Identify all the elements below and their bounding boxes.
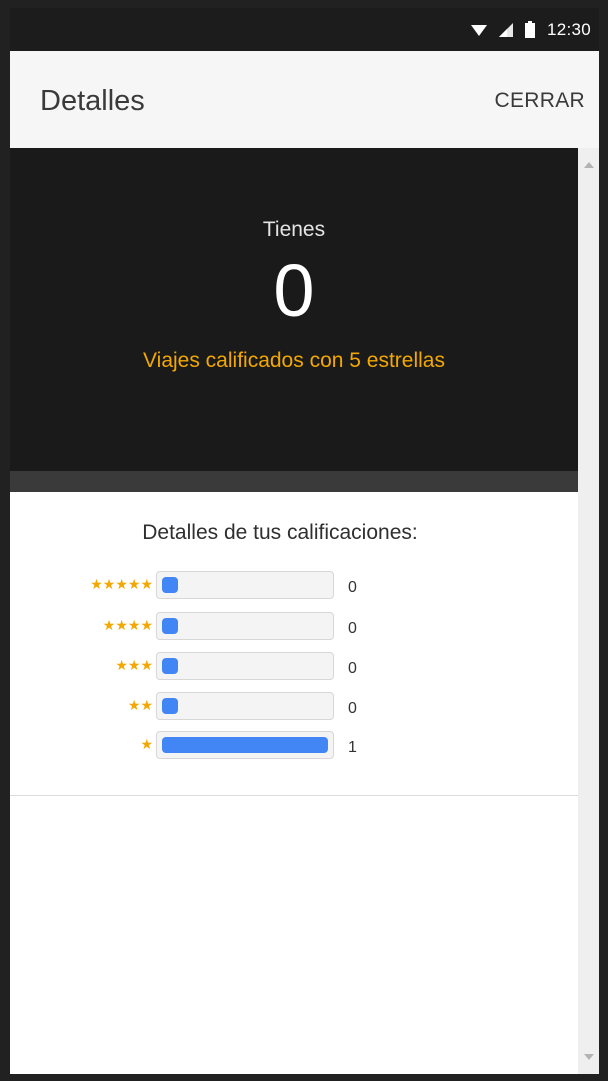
five-star-count: 0: [273, 249, 315, 332]
summary-prefix: Tienes: [262, 218, 326, 241]
ratings-breakdown: Detalles de tus calificaciones: ★★★★★ 0 …: [10, 492, 578, 796]
rating-bar-fill: [162, 737, 328, 753]
rating-bar-fill: [162, 618, 178, 634]
rating-row-1: ★ 1: [10, 731, 578, 762]
stars-4: ★★★★: [102, 617, 153, 633]
close-button[interactable]: CERRAR: [495, 89, 585, 113]
ratings-heading: Detalles de tus calificaciones:: [142, 521, 418, 544]
rating-row-2: ★★ 0: [10, 692, 578, 723]
status-icons: 12:30: [470, 8, 591, 51]
app-bar: Detalles CERRAR: [10, 51, 599, 148]
rating-row-3: ★★★ 0: [10, 652, 578, 683]
cell-signal-icon: [498, 22, 513, 37]
section-divider: [10, 471, 578, 492]
rating-count: 0: [348, 620, 357, 637]
five-star-summary: Tienes 0 Viajes calificados con 5 estrel…: [10, 148, 578, 471]
rating-bar-track: [156, 571, 334, 599]
stars-1: ★: [140, 736, 153, 752]
five-star-label: Viajes calificados con 5 estrellas: [143, 349, 445, 372]
rating-bar-track: [156, 731, 334, 759]
rating-row-5: ★★★★★ 0: [10, 571, 578, 602]
page-title: Detalles: [40, 85, 145, 117]
rating-bar-fill: [162, 658, 178, 674]
screen: 12:30 Detalles CERRAR Tienes 0 Viajes ca…: [10, 8, 599, 1074]
rating-bar-fill: [162, 698, 178, 714]
stars-5: ★★★★★: [90, 576, 153, 592]
scroll-down-icon[interactable]: [584, 1054, 594, 1060]
rating-bar-track: [156, 612, 334, 640]
scrollbar[interactable]: [578, 148, 599, 1074]
stars-2: ★★: [127, 697, 153, 713]
status-time: 12:30: [546, 19, 591, 39]
rating-row-4: ★★★★ 0: [10, 612, 578, 643]
stars-3: ★★★: [115, 657, 153, 673]
rating-bar-fill: [162, 577, 178, 593]
rating-count: 0: [348, 579, 357, 596]
rating-bar-track: [156, 692, 334, 720]
rating-bar-track: [156, 652, 334, 680]
rating-count: 1: [348, 739, 357, 756]
status-bar: 12:30: [10, 8, 599, 51]
rating-count: 0: [348, 700, 357, 717]
scroll-up-icon[interactable]: [584, 162, 594, 168]
rating-count: 0: [348, 660, 357, 677]
battery-icon: [524, 21, 535, 38]
wifi-icon: [470, 24, 487, 36]
